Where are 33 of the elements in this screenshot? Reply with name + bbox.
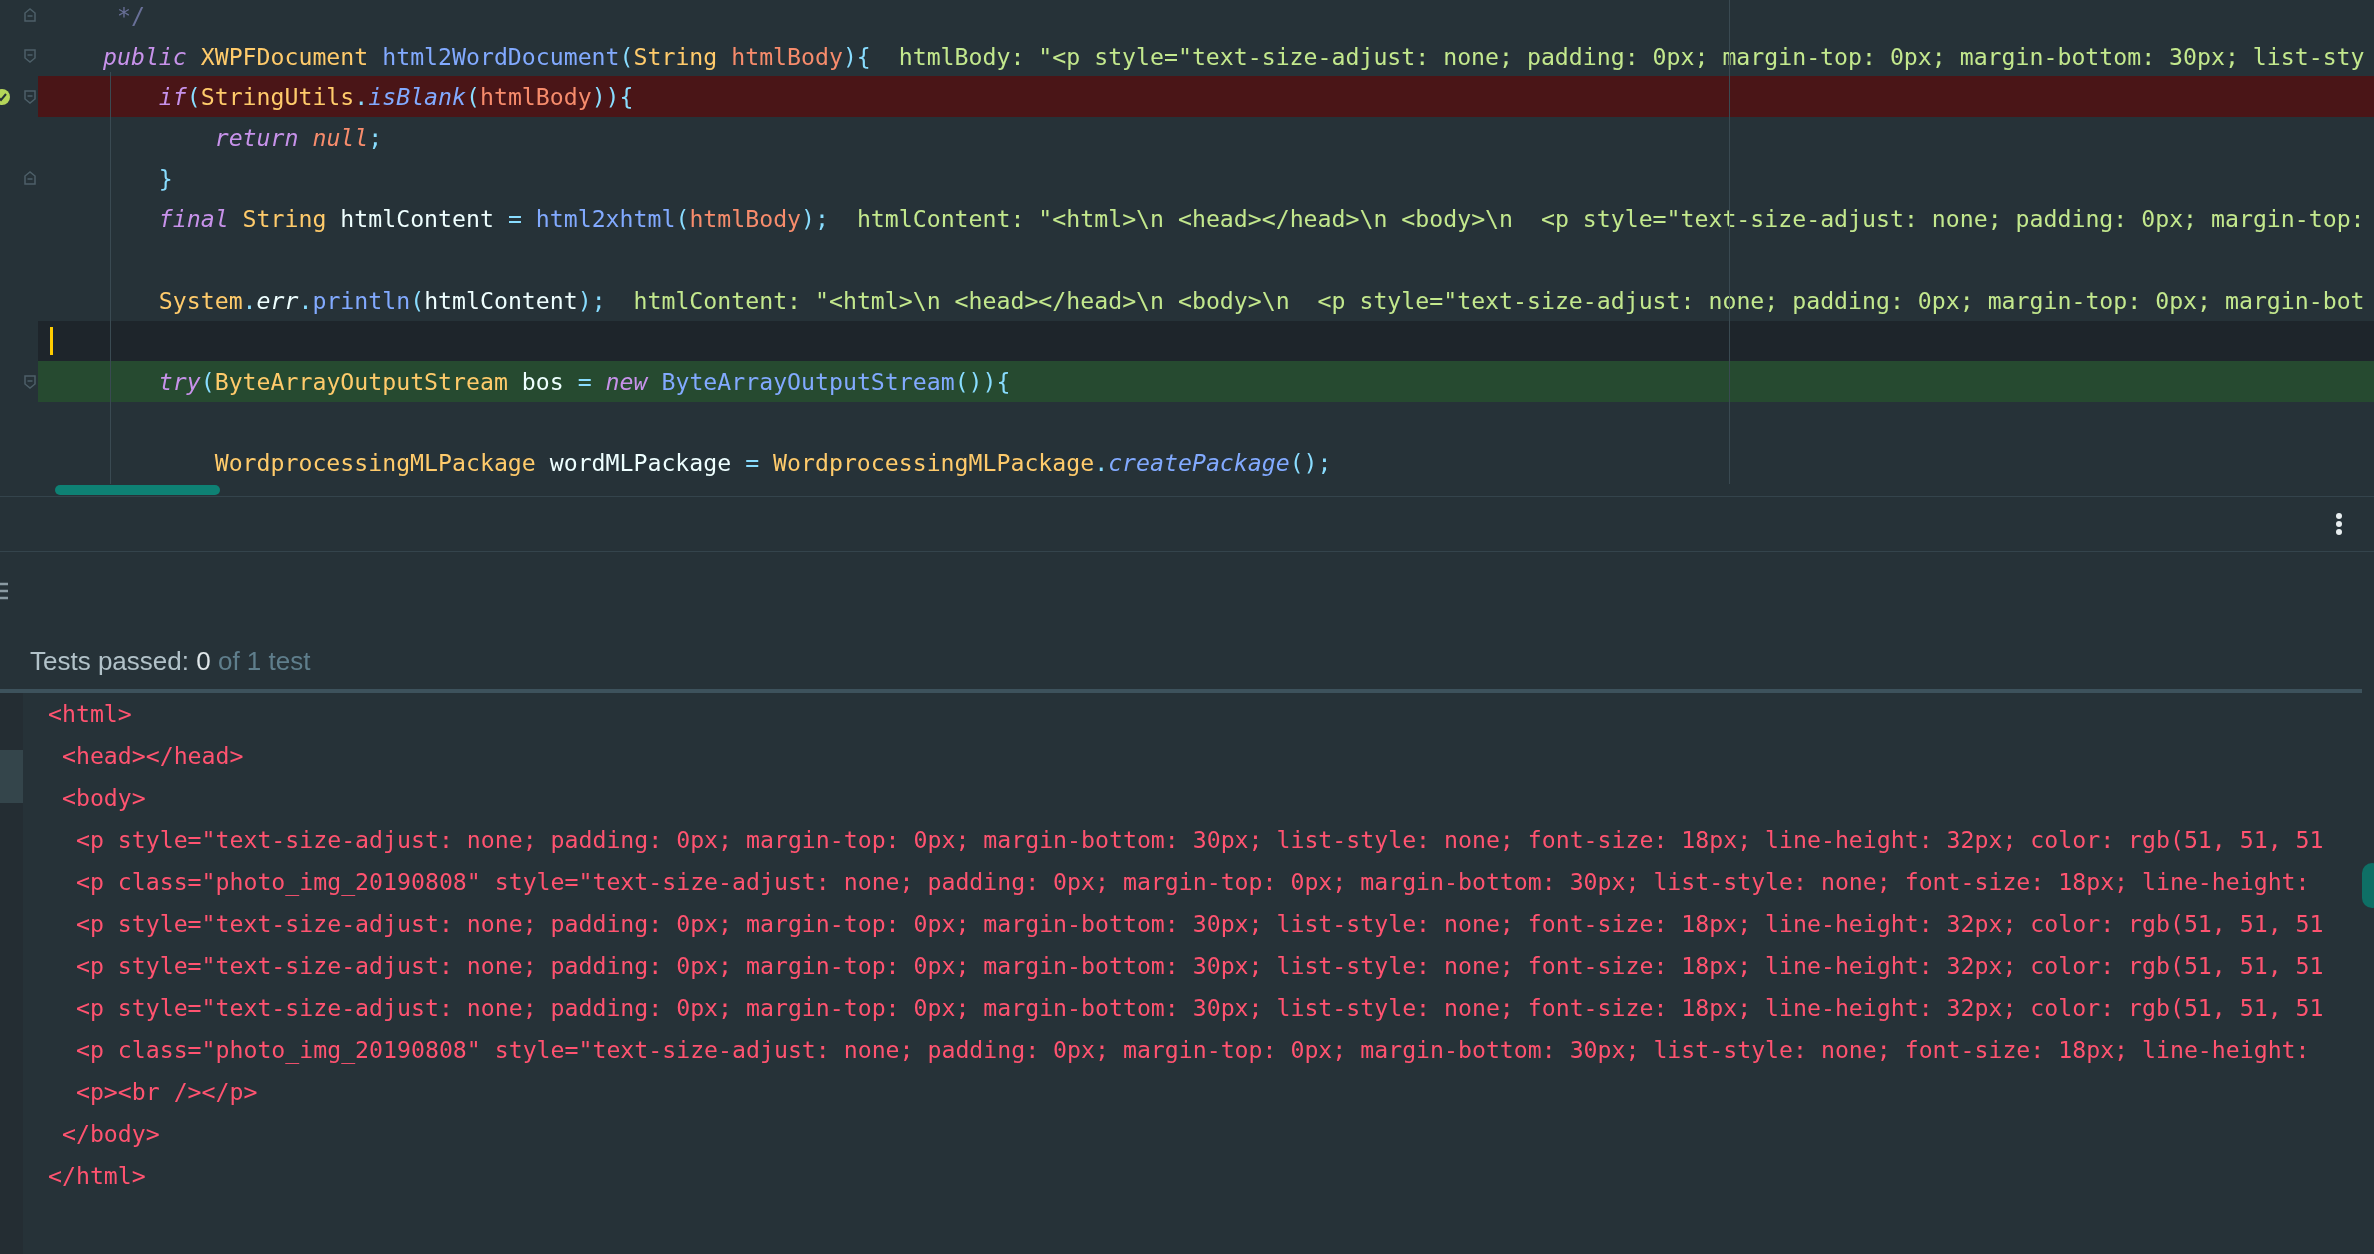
code-line: } xyxy=(157,164,173,192)
console-output-line: <p style="text-size-adjust: none; padding: 0px; margin-top: 0px; margin-bottom: 30px; list-style: none; font-size: 18px; line-height: 32px; color: rgb(51, 51, 51 xyxy=(74,951,2325,981)
tests-status: Tests passed: 0 of 1 test xyxy=(30,646,311,677)
console-output-line: </body> xyxy=(60,1119,161,1149)
fold-icon[interactable] xyxy=(24,49,36,64)
code-line: public XWPFDocument html2WordDocument(String htmlBody){ xyxy=(103,42,871,70)
console-output-line: <html> xyxy=(48,699,133,729)
code-line: if(StringUtils.isBlank(htmlBody)){ xyxy=(157,83,634,111)
menu-icon[interactable] xyxy=(0,582,8,600)
fold-icon[interactable] xyxy=(24,89,36,104)
console-output-line: <head></head> xyxy=(60,741,245,771)
code-line: System.err.println(htmlContent); xyxy=(157,286,606,314)
inline-value-hint: htmlContent: "<html>\n <head></head>\n <body>\n <p style="text-size-adjust: none; padding: 0px; margin-top: xyxy=(856,205,2365,233)
console-output-line: </html> xyxy=(48,1161,147,1191)
code-line: WordprocessingMLPackage wordMLPackage = WordprocessingMLPackage.createPackage(); xyxy=(213,449,1332,477)
inline-value-hint: htmlContent: "<html>\n <head></head>\n <body>\n <p style="text-size-adjust: none; padding: 0px; margin-top: 0px; margin-bot xyxy=(633,286,2365,314)
inline-value-hint: htmlBody: "<p style="text-size-adjust: none; padding: 0px; margin-top: 0px; margin-bottom: 30px; list-sty xyxy=(898,42,2365,70)
console-output-line: <p style="text-size-adjust: none; padding: 0px; margin-top: 0px; margin-bottom: 30px; list-style: none; font-size: 18px; line-height: 32px; color: rgb(51, 51, 51 xyxy=(74,825,2325,855)
code-line: final String htmlContent = html2xhtml(htmlBody); xyxy=(157,205,829,233)
console-output-line: <body> xyxy=(60,783,147,813)
code-line: */ xyxy=(115,1,145,29)
scrollbar-thumb[interactable] xyxy=(55,485,220,495)
console-output-line: <p class="photo_img_20190808" style="text-size-adjust: none; padding: 0px; margin-top: 0px; margin-bottom: 30px; list-style: none; font-size: 18px; line-height: xyxy=(74,1035,2311,1066)
fold-icon[interactable] xyxy=(24,8,36,23)
code-line: try(ByteArrayOutputStream bos = new ByteArrayOutputStream()){ xyxy=(157,368,1011,396)
console-output-line: <p style="text-size-adjust: none; padding: 0px; margin-top: 0px; margin-bottom: 30px; list-style: none; font-size: 18px; line-height: 32px; color: rgb(51, 51, 51 xyxy=(74,993,2325,1023)
console-output-line: <p><br /></p> xyxy=(74,1077,259,1107)
fold-icon[interactable] xyxy=(24,374,36,389)
more-options-icon[interactable] xyxy=(2335,512,2343,536)
console-output-line: <p style="text-size-adjust: none; padding: 0px; margin-top: 0px; margin-bottom: 30px; list-style: none; font-size: 18px; line-height: 32px; color: rgb(51, 51, 51 xyxy=(74,909,2325,939)
code-line: return null; xyxy=(213,123,383,151)
fold-icon[interactable] xyxy=(24,171,36,186)
console-output-line: <p class="photo_img_20190808" style="text-size-adjust: none; padding: 0px; margin-top: 0px; margin-bottom: 30px; list-style: none; font-size: 18px; line-height: xyxy=(74,867,2311,898)
